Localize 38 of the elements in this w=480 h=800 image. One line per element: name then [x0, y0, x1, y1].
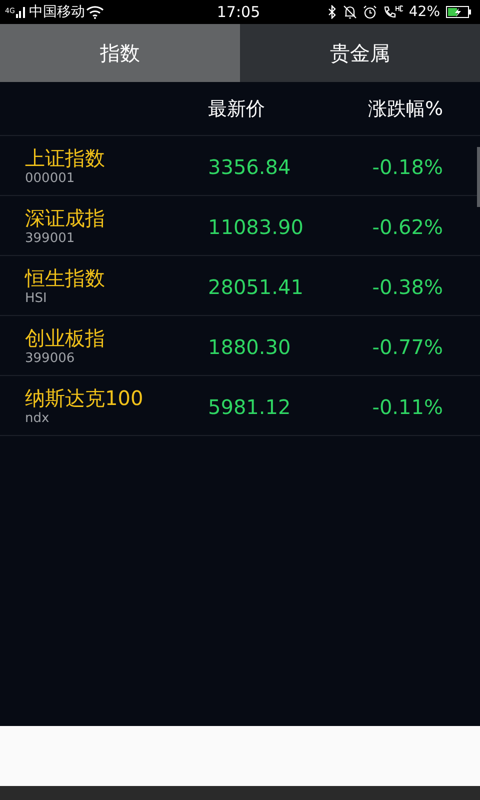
status-time: 17:05 [216, 3, 260, 21]
index-name: 纳斯达克100 [25, 384, 144, 410]
battery-percent: 42% [408, 4, 440, 20]
change-value: -0.38% [371, 274, 443, 298]
index-name: 深证成指 [25, 204, 106, 230]
bell-icon [342, 5, 357, 19]
index-row[interactable]: 创业板指 399006 1880.30 -0.77% [0, 316, 480, 376]
column-header: 涨跌幅% [366, 96, 443, 122]
price-value: 3356.84 [208, 154, 292, 178]
bluetooth-icon [326, 5, 337, 19]
index-row[interactable]: 深证成指 399001 11083.90 -0.62% [0, 196, 480, 256]
wifi-icon [86, 5, 104, 19]
index-code: 399006 [25, 350, 76, 366]
carrier-name: 中国移动 [28, 3, 85, 21]
index-name: 恒生指数 [25, 264, 106, 290]
change-value: -0.62% [371, 214, 443, 238]
change-value: -0.77% [371, 334, 443, 358]
index-name: 创业板指 [25, 324, 106, 350]
index-code: 399001 [25, 230, 76, 246]
column-header: 最新价 [208, 96, 266, 122]
price-value: 1880.30 [208, 334, 292, 358]
signal-icon [16, 6, 28, 18]
tab[interactable]: 贵金属 [240, 24, 480, 82]
price-value: 11083.90 [208, 214, 304, 238]
index-code: ndx [25, 410, 50, 426]
price-value: 28051.41 [208, 274, 304, 298]
index-row[interactable]: 纳斯达克100 ndx 5981.12 -0.11% [0, 376, 480, 436]
index-name: 上证指数 [25, 144, 106, 170]
phone-hd-icon [382, 5, 403, 19]
index-code: 000001 [25, 170, 76, 186]
scrollbar [477, 147, 480, 207]
alarm-clock-icon [362, 5, 377, 19]
index-row[interactable]: 恒生指数 HSI 28051.41 -0.38% [0, 256, 480, 316]
change-value: -0.18% [371, 154, 443, 178]
index-code: HSI [25, 290, 48, 306]
change-value: -0.11% [371, 394, 443, 418]
tab[interactable]: 指数 [0, 24, 240, 82]
price-value: 5981.12 [208, 394, 292, 418]
